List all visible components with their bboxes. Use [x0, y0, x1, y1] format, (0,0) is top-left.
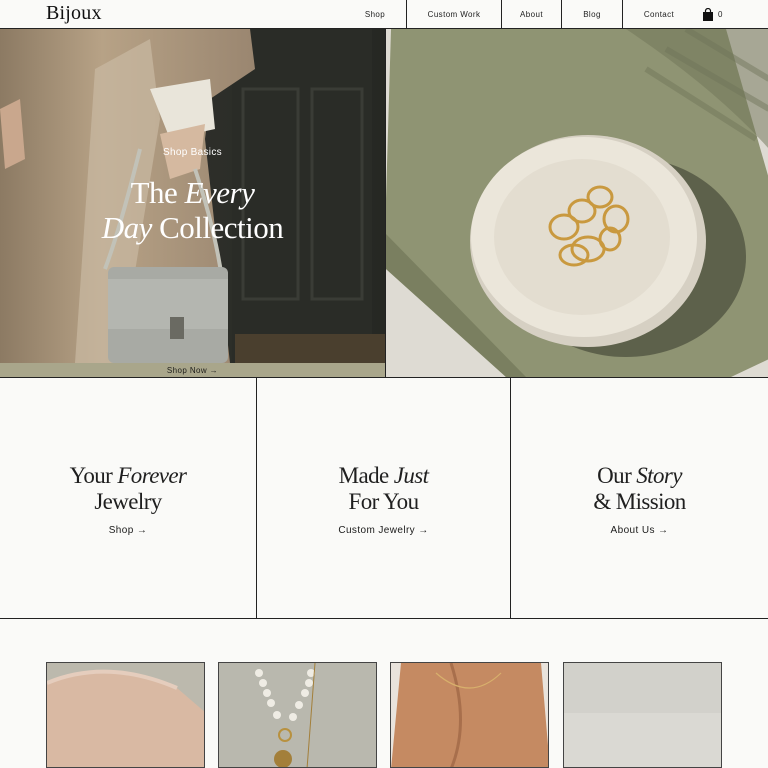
hero-title-italic: Every — [184, 175, 255, 210]
tile-title-part: Your — [69, 463, 118, 488]
site-logo[interactable]: Bijoux — [46, 2, 102, 25]
shopping-bag-icon — [703, 8, 713, 21]
hero-collection-banner: Shop Basics The Every Day Collection Sho… — [0, 29, 385, 377]
nav-about[interactable]: About — [502, 0, 562, 29]
nav-blog[interactable]: Blog — [562, 0, 623, 29]
tile-title-part: Made — [338, 463, 394, 488]
product-photo — [219, 663, 376, 767]
hero-text-overlay: Shop Basics The Every Day Collection — [0, 29, 385, 363]
tile-title-italic: Forever — [117, 463, 187, 488]
cart-button[interactable]: 0 — [702, 8, 722, 21]
tile-title-part: Jewelry — [94, 489, 162, 514]
product-photo — [564, 663, 721, 767]
product-photo — [47, 663, 204, 767]
hero-title-part: Collection — [151, 210, 284, 245]
shop-now-button[interactable]: Shop Now → — [0, 363, 385, 377]
tile-forever-jewelry[interactable]: Your Forever Jewelry Shop → — [0, 378, 257, 618]
nav-contact[interactable]: Contact — [623, 0, 695, 29]
custom-jewelry-link[interactable]: Custom Jewelry → — [257, 525, 510, 536]
hero-product-image — [385, 29, 768, 377]
nav-shop[interactable]: Shop — [344, 0, 407, 29]
site-header: Bijoux Shop Custom Work About Blog Conta… — [0, 0, 768, 29]
main-nav: Shop Custom Work About Blog Contact — [344, 0, 695, 29]
product-photo — [391, 663, 548, 767]
tile-title-part: For You — [348, 489, 420, 514]
about-us-link[interactable]: About Us → — [511, 525, 768, 536]
tile-title-part: Our — [597, 463, 637, 488]
tile-title-part: & Mission — [593, 489, 686, 514]
product-image-pearl-necklace[interactable] — [218, 662, 377, 768]
shop-link[interactable]: Shop → — [0, 525, 256, 536]
nav-custom-work[interactable]: Custom Work — [407, 0, 502, 29]
feature-tiles: Your Forever Jewelry Shop → Made Just Fo… — [0, 377, 768, 619]
tile-title-italic: Just — [393, 463, 429, 488]
cart-count: 0 — [718, 10, 723, 19]
product-image-body-chain[interactable] — [390, 662, 549, 768]
tile-made-for-you[interactable]: Made Just For You Custom Jewelry → — [257, 378, 511, 618]
hero-title-part: The — [130, 175, 185, 210]
product-image-minimal[interactable] — [563, 662, 722, 768]
ring-dish-photo — [386, 29, 768, 377]
tile-title: Your Forever Jewelry — [0, 463, 256, 515]
hero-title: The Every Day Collection — [0, 175, 385, 245]
product-image-earrings[interactable] — [46, 662, 205, 768]
tile-title: Our Story & Mission — [511, 463, 768, 515]
hero-eyebrow: Shop Basics — [163, 147, 222, 158]
tile-title-italic: Story — [636, 463, 682, 488]
hero-title-italic: Day — [101, 210, 153, 245]
tile-our-story[interactable]: Our Story & Mission About Us → — [511, 378, 768, 618]
tile-title: Made Just For You — [257, 463, 510, 515]
